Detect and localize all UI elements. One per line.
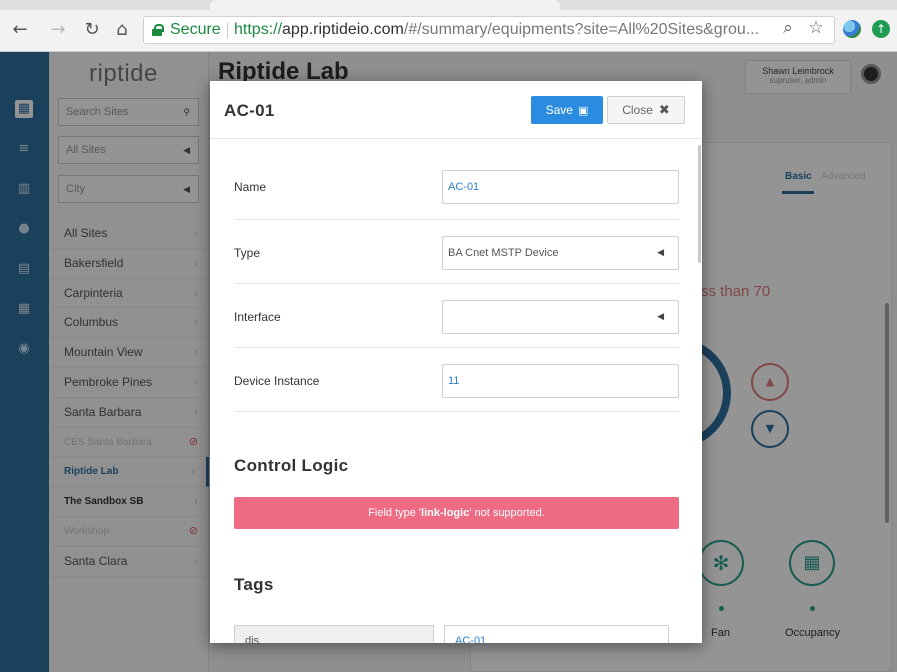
floppy-disk-icon: ▣ (577, 104, 589, 117)
form-row-device-instance: Device Instance 11 (234, 348, 679, 412)
tag-value-field[interactable]: AC-01 (444, 625, 669, 643)
modal-scrollbar[interactable] (698, 145, 701, 263)
active-tab[interactable] (210, 0, 560, 10)
modal-title: AC-01 (224, 101, 275, 120)
error-suffix: ' not supported. (469, 507, 545, 519)
interface-label: Interface (234, 310, 281, 324)
back-arrow-icon[interactable]: ← (10, 19, 30, 41)
modal-body: Name AC-01 Type BA Cnet MSTP Device ◀ Int… (210, 140, 702, 643)
address-bar[interactable]: Secure https://app.riptideio.com/#/summa… (143, 16, 835, 44)
reload-icon[interactable]: ↻ (82, 19, 102, 41)
name-field[interactable]: AC-01 (442, 170, 679, 204)
tags-heading: Tags (234, 575, 274, 594)
device-instance-field[interactable]: 11 (442, 364, 679, 398)
unsupported-field-error: Field type 'link-logic' not supported. (234, 497, 679, 529)
browser-toolbar: ← → ↻ ⌂ Secure https://app.riptideio.com… (0, 0, 897, 52)
control-logic-heading: Control Logic (234, 456, 349, 475)
url-text: https://app.riptideio.com/#/summary/equi… (234, 17, 759, 43)
modal-header: AC-01 Save ▣ Close ✖ (210, 81, 702, 139)
tag-key-field[interactable]: dis (234, 625, 434, 643)
secure-label: Secure (170, 21, 221, 38)
error-prefix: Field type ' (368, 507, 422, 519)
interface-select[interactable]: ◀ (442, 300, 679, 334)
save-button-label: Save (545, 103, 573, 117)
extension-update-icon[interactable]: ↑ (872, 20, 890, 38)
tab-strip (0, 0, 897, 10)
home-icon[interactable]: ⌂ (112, 19, 132, 41)
type-select-value: BA Cnet MSTP Device (448, 247, 559, 259)
type-label: Type (234, 246, 261, 260)
close-button-label: Close (622, 103, 653, 117)
bookmark-star-icon[interactable]: ☆ (804, 18, 828, 38)
url-path: /#/summary/equipments?site=All%20Sites&g… (403, 21, 760, 38)
name-label: Name (234, 180, 267, 194)
forward-arrow-icon[interactable]: → (48, 19, 68, 41)
edit-equipment-modal: AC-01 Save ▣ Close ✖ Name AC-01 Type BA Cn… (210, 81, 702, 643)
type-select[interactable]: BA Cnet MSTP Device ◀ (442, 236, 679, 270)
form-row-interface: Interface ◀ (234, 284, 679, 348)
error-field-type: link-logic (421, 507, 470, 519)
address-separator (227, 23, 228, 38)
device-instance-label: Device Instance (234, 374, 320, 388)
form-row-type: Type BA Cnet MSTP Device ◀ (234, 220, 679, 284)
caret-left-icon: ◀ (657, 248, 664, 258)
close-x-icon: ✖ (658, 103, 670, 118)
lock-icon (152, 24, 164, 36)
zoom-icon[interactable]: ⌕ (776, 18, 800, 38)
url-scheme: https:// (234, 21, 283, 38)
extension-globe-icon[interactable] (843, 20, 861, 38)
close-button[interactable]: Close ✖ (607, 96, 685, 124)
caret-left-icon: ◀ (657, 312, 664, 322)
form-row-name: Name AC-01 (234, 152, 679, 220)
save-button[interactable]: Save ▣ (531, 96, 603, 124)
url-host: app.riptideio.com (282, 21, 404, 38)
